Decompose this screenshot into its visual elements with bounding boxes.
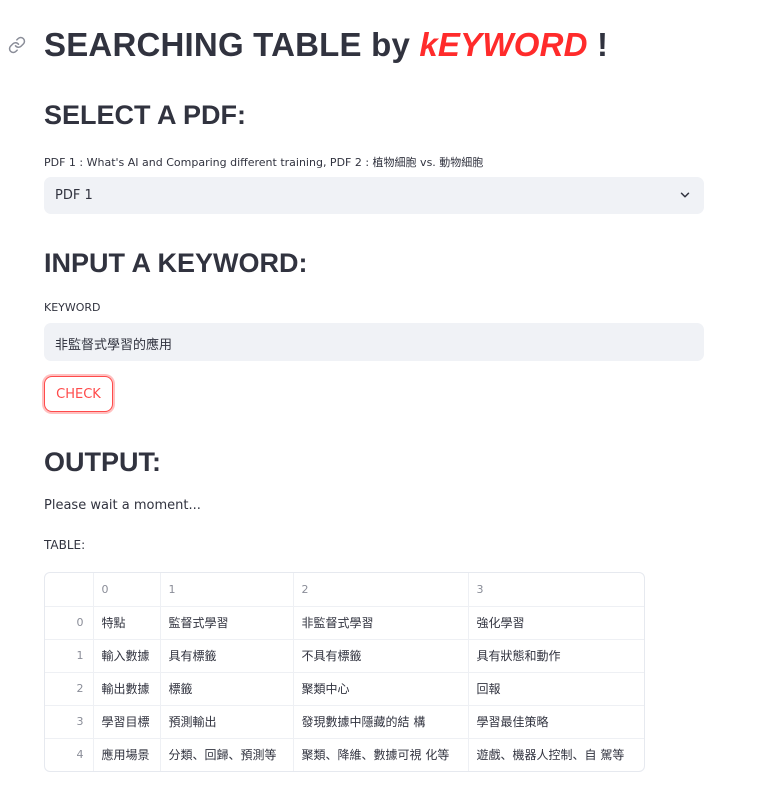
row-index: 1 [45,639,94,673]
pdf-select[interactable]: PDF 1 [44,177,704,214]
table-row: 3 學習目標 預測輸出 發現數據中隱藏的結 構 學習最佳策略 [45,705,644,739]
table-cell[interactable]: 不具有標籤 [293,639,469,673]
title-prefix: SEARCHING TABLE by [44,26,420,63]
keyword-input-value: 非監督式學習的應用 [55,338,173,353]
pdf-select-label: PDF 1 : What's AI and Comparing differen… [44,156,484,169]
table-cell[interactable]: 具有標籤 [160,639,294,673]
table-cell[interactable]: 聚類、降維、數據可視 化等 [293,738,469,771]
table-cell[interactable]: 回報 [468,672,644,706]
table-cell[interactable]: 學習目標 [93,705,161,739]
row-index: 0 [45,606,94,640]
title-keyword: kEYWORD [419,26,588,63]
table-cell[interactable]: 聚類中心 [293,672,469,706]
status-message: Please wait a moment... [44,498,201,513]
column-header[interactable]: 0 [93,573,161,607]
page-title: SEARCHING TABLE by kEYWORD ! [44,26,608,64]
result-table[interactable]: 0 1 2 3 0 特點 監督式學習 非監督式學習 強化學習 1 輸入數據 具有 [44,572,645,772]
table-cell[interactable]: 學習最佳策略 [468,705,644,739]
check-button[interactable]: CHECK [44,376,113,412]
row-index: 3 [45,705,94,739]
table-header-row: 0 1 2 3 [45,573,644,607]
keyword-input[interactable]: 非監督式學習的應用 [44,323,704,361]
table-row: 1 輸入數據 具有標籤 不具有標籤 具有狀態和動作 [45,639,644,673]
title-suffix: ! [587,26,609,63]
table-cell[interactable]: 特點 [93,606,161,640]
table-label: TABLE: [44,538,86,552]
table-row: 2 輸出數據 標籤 聚類中心 回報 [45,672,644,706]
row-index: 4 [45,738,94,771]
table-row: 4 應用場景 分類、回歸、預測等 聚類、降維、數據可視 化等 遊戲、機器人控制、… [45,738,644,771]
column-header[interactable]: 1 [160,573,294,607]
table-cell[interactable]: 預測輸出 [160,705,294,739]
output-heading: OUTPUT: [44,447,161,477]
pdf-select-value: PDF 1 [55,188,93,203]
select-pdf-heading: SELECT A PDF: [44,100,246,130]
column-header[interactable]: 3 [468,573,644,607]
column-header-index[interactable] [45,573,94,607]
keyword-input-label: KEYWORD [44,301,101,314]
chevron-down-icon [680,192,690,198]
table-cell[interactable]: 非監督式學習 [293,606,469,640]
row-index: 2 [45,672,94,706]
table-cell[interactable]: 強化學習 [468,606,644,640]
table-cell[interactable]: 應用場景 [93,738,161,771]
table-cell[interactable]: 分類、回歸、預測等 [160,738,294,771]
table-cell[interactable]: 發現數據中隱藏的結 構 [293,705,469,739]
table-cell[interactable]: 監督式學習 [160,606,294,640]
table-cell[interactable]: 具有狀態和動作 [468,639,644,673]
link-icon[interactable] [8,36,26,54]
column-header[interactable]: 2 [293,573,469,607]
table-cell[interactable]: 輸出數據 [93,672,161,706]
table-cell[interactable]: 標籤 [160,672,294,706]
input-keyword-heading: INPUT A KEYWORD: [44,248,308,278]
table-row: 0 特點 監督式學習 非監督式學習 強化學習 [45,606,644,640]
table-cell[interactable]: 輸入數據 [93,639,161,673]
table-cell[interactable]: 遊戲、機器人控制、自 駕等 [468,738,644,771]
